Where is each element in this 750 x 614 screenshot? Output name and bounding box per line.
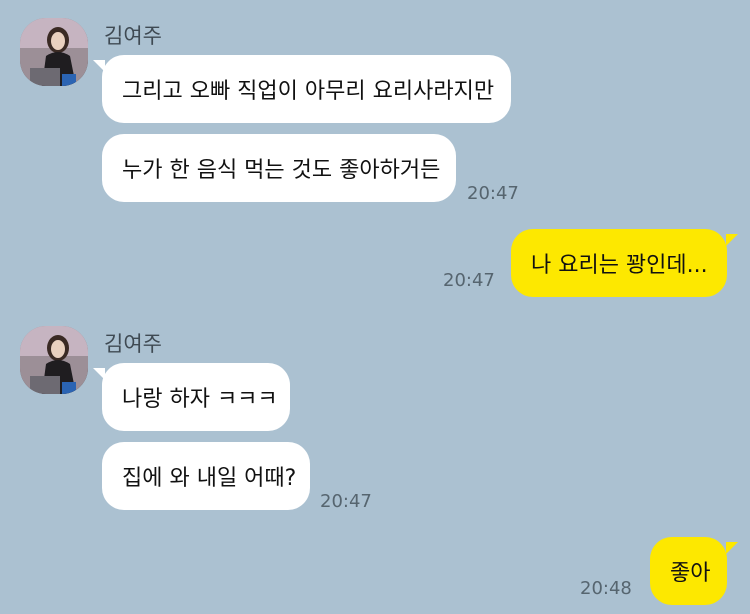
message-bubble[interactable]: 그리고 오빠 직업이 아무리 요리사라지만 xyxy=(102,55,511,123)
message-text: 누가 한 음식 먹는 것도 좋아하거든 xyxy=(122,158,441,183)
bubble-tail xyxy=(726,542,738,554)
message-text: 나랑 하자 ㅋㅋㅋ xyxy=(122,387,278,412)
message-timestamp: 20:47 xyxy=(443,270,495,291)
bubble-tail xyxy=(726,234,738,246)
message-text: 집에 와 내일 어때? xyxy=(122,466,297,491)
message-bubble[interactable]: 집에 와 내일 어때? xyxy=(102,442,310,510)
profile-photo-avatar-icon xyxy=(20,18,88,86)
sender-avatar[interactable] xyxy=(20,326,88,394)
message-timestamp: 20:48 xyxy=(580,578,632,599)
message-timestamp: 20:47 xyxy=(320,491,372,512)
profile-photo-avatar-icon xyxy=(20,326,88,394)
message-text: 그리고 오빠 직업이 아무리 요리사라지만 xyxy=(122,79,495,104)
sender-name: 김여주 xyxy=(104,332,162,356)
message-bubble[interactable]: 좋아 xyxy=(650,537,727,605)
message-bubble[interactable]: 나랑 하자 ㅋㅋㅋ xyxy=(102,363,290,431)
message-text: 나 요리는 꽝인데... xyxy=(531,253,708,278)
message-bubble[interactable]: 나 요리는 꽝인데... xyxy=(511,229,727,297)
message-text: 좋아 xyxy=(670,561,711,586)
sender-avatar[interactable] xyxy=(20,18,88,86)
sender-name: 김여주 xyxy=(104,24,162,48)
message-timestamp: 20:47 xyxy=(467,183,519,204)
message-bubble[interactable]: 누가 한 음식 먹는 것도 좋아하거든 xyxy=(102,134,456,202)
